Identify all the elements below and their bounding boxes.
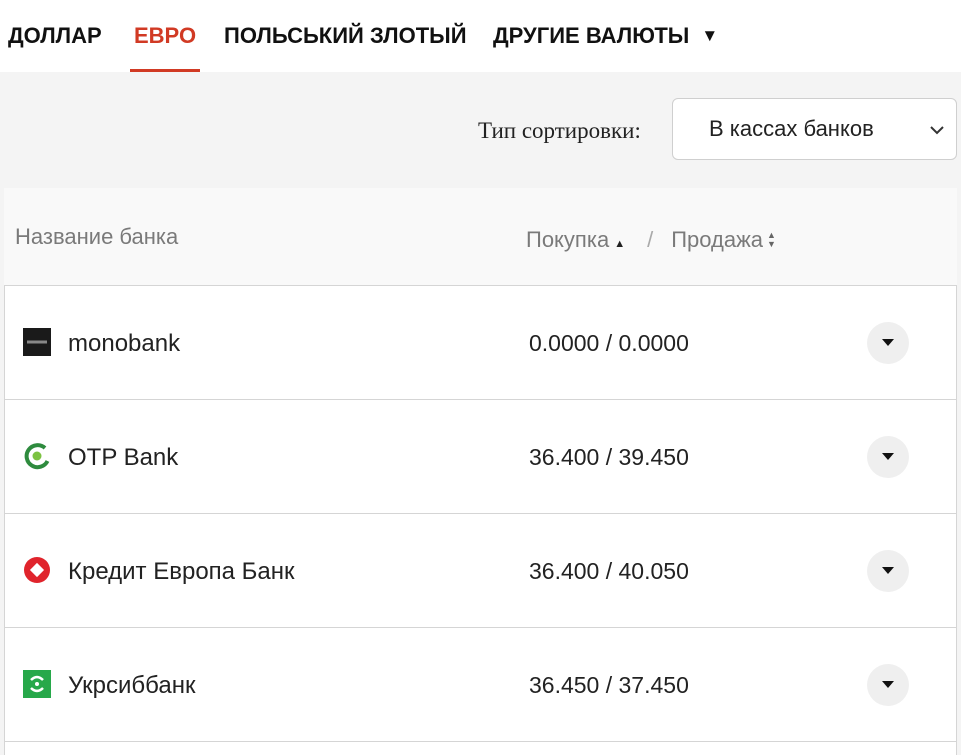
- tab-other-currencies-label: ДРУГИЕ ВАЛЮТЫ: [493, 23, 690, 48]
- table-header: Название банка Покупка ▲ / Продажа ▲ ▼: [4, 188, 957, 285]
- bank-rate: 36.400 / 40.050: [529, 558, 689, 584]
- bank-rates-table: monobank 0.0000 / 0.0000 OTP Bank 36.400…: [4, 285, 957, 755]
- rates-column-header: Покупка ▲ / Продажа ▲ ▼: [526, 227, 776, 253]
- table-row: OTP Bank 36.400 / 39.450: [5, 400, 956, 514]
- tab-polish-zloty-label: ПОЛЬСЬКИЙ ЗЛОТЫЙ: [224, 23, 467, 48]
- table-row: monobank 0.0000 / 0.0000: [5, 286, 956, 400]
- expand-row-button[interactable]: [867, 664, 909, 706]
- sort-type-select[interactable]: В кассах банков: [672, 98, 957, 160]
- expand-row-button[interactable]: [867, 550, 909, 592]
- expand-row-button[interactable]: [867, 322, 909, 364]
- monobank-logo-icon: [23, 328, 51, 356]
- sort-bar: Тип сортировки: В кассах банков: [0, 72, 961, 188]
- tab-euro-label: ЕВРО: [134, 23, 197, 48]
- bank-rate: 36.450 / 37.450: [529, 672, 689, 698]
- table-row: Укрсиббанк 36.450 / 37.450: [5, 628, 956, 742]
- triangle-down-icon: [882, 567, 894, 574]
- tab-other-currencies[interactable]: ДРУГИЕ ВАЛЮТЫ ▼: [493, 0, 718, 72]
- credit-europe-logo-icon: [24, 557, 50, 583]
- sell-column-label: Продажа: [671, 227, 764, 252]
- buy-column-label: Покупка: [526, 227, 610, 252]
- bank-name: Укрсиббанк: [68, 672, 196, 699]
- ukrsibbank-logo-icon: [23, 670, 51, 698]
- currency-tabs: ДОЛЛАР ЕВРО ПОЛЬСЬКИЙ ЗЛОТЫЙ ДРУГИЕ ВАЛЮ…: [0, 0, 961, 72]
- tab-polish-zloty[interactable]: ПОЛЬСЬКИЙ ЗЛОТЫЙ: [224, 0, 467, 72]
- bank-name: monobank: [68, 330, 181, 357]
- bank-rate: 36.400 / 39.450: [529, 444, 689, 470]
- dropdown-triangle-icon: ▼: [701, 26, 719, 45]
- buy-sort-button[interactable]: Покупка ▲: [526, 227, 625, 253]
- chevron-down-icon: [930, 126, 944, 135]
- tab-euro[interactable]: ЕВРО: [129, 0, 201, 72]
- bank-name: Кредит Европа Банк: [68, 558, 295, 585]
- table-row: Кредит Европа Банк 36.400 / 40.050: [5, 514, 956, 628]
- sort-type-value: В кассах банков: [709, 116, 874, 141]
- bank-name: OTP Bank: [68, 444, 179, 471]
- tab-dollar-label: ДОЛЛАР: [8, 23, 102, 48]
- otp-bank-logo-icon: [24, 443, 50, 470]
- rates-separator: /: [647, 227, 654, 252]
- sell-sort-button[interactable]: Продажа ▲ ▼: [671, 227, 776, 253]
- triangle-down-icon: [882, 681, 894, 688]
- triangle-down-icon: [882, 453, 894, 460]
- sort-ascending-icon: ▲: [614, 238, 626, 250]
- sort-both-icon: ▲ ▼: [767, 230, 776, 249]
- tab-dollar[interactable]: ДОЛЛАР: [8, 0, 102, 72]
- bank-name-column-header: Название банка: [15, 224, 179, 249]
- expand-row-button[interactable]: [867, 436, 909, 478]
- triangle-down-icon: [882, 339, 894, 346]
- bank-rate: 0.0000 / 0.0000: [529, 330, 689, 356]
- sort-type-label: Тип сортировки:: [478, 118, 641, 143]
